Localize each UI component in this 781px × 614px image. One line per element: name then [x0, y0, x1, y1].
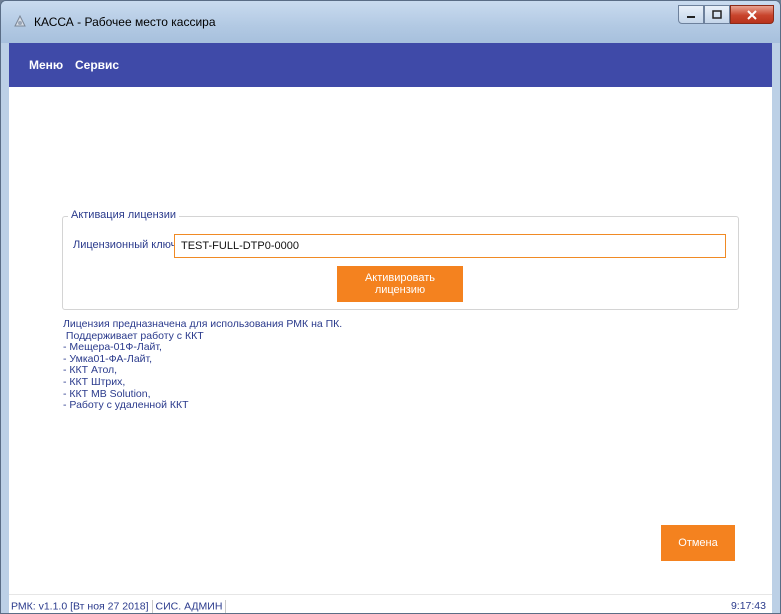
- app-window: КАССА - Рабочее место кассира Меню Серви…: [0, 0, 781, 614]
- title-bar[interactable]: КАССА - Рабочее место кассира: [1, 1, 780, 43]
- info-line: - ККТ Штрих,: [63, 375, 126, 388]
- status-version: РМК: v1.1.0 [Вт ноя 27 2018]: [11, 600, 149, 613]
- menu-bar: Меню Сервис: [9, 43, 772, 87]
- license-group-title: Активация лицензии: [68, 209, 180, 221]
- main-content: Меню Сервис Активация лицензии Лицензион…: [9, 43, 772, 613]
- app-icon: [12, 14, 28, 30]
- maximize-icon: [712, 9, 722, 19]
- close-button[interactable]: [730, 5, 774, 24]
- minimize-button[interactable]: [678, 5, 704, 24]
- minimize-icon: [687, 15, 695, 18]
- info-line: - Умка01-ФА-Лайт,: [63, 352, 153, 365]
- cancel-button[interactable]: Отмена: [661, 525, 735, 561]
- status-divider: [151, 600, 153, 613]
- license-key-input[interactable]: [174, 234, 726, 258]
- info-line: Лицензия предназначена для использования…: [63, 318, 343, 330]
- license-key-label: Лицензионный ключ: [73, 239, 177, 251]
- maximize-button[interactable]: [704, 5, 730, 24]
- license-info-text: Лицензия предназначена для использования…: [63, 318, 463, 412]
- status-divider: [225, 600, 227, 613]
- info-line: - Работу с удаленной ККТ: [63, 399, 189, 412]
- window-title: КАССА - Рабочее место кассира: [34, 15, 216, 29]
- menu-item-service[interactable]: Сервис: [75, 58, 119, 72]
- status-bar: РМК: v1.1.0 [Вт ноя 27 2018] СИС. АДМИН 9…: [9, 594, 772, 613]
- status-user: СИС. АДМИН: [155, 600, 223, 613]
- license-activation-group: Активация лицензии Лицензионный ключ Акт…: [62, 209, 739, 310]
- menu-item-menu[interactable]: Меню: [29, 58, 63, 72]
- status-time: 9:17:43: [730, 600, 766, 612]
- activate-license-button[interactable]: Активировать лицензию: [337, 266, 463, 302]
- close-icon: [747, 9, 757, 20]
